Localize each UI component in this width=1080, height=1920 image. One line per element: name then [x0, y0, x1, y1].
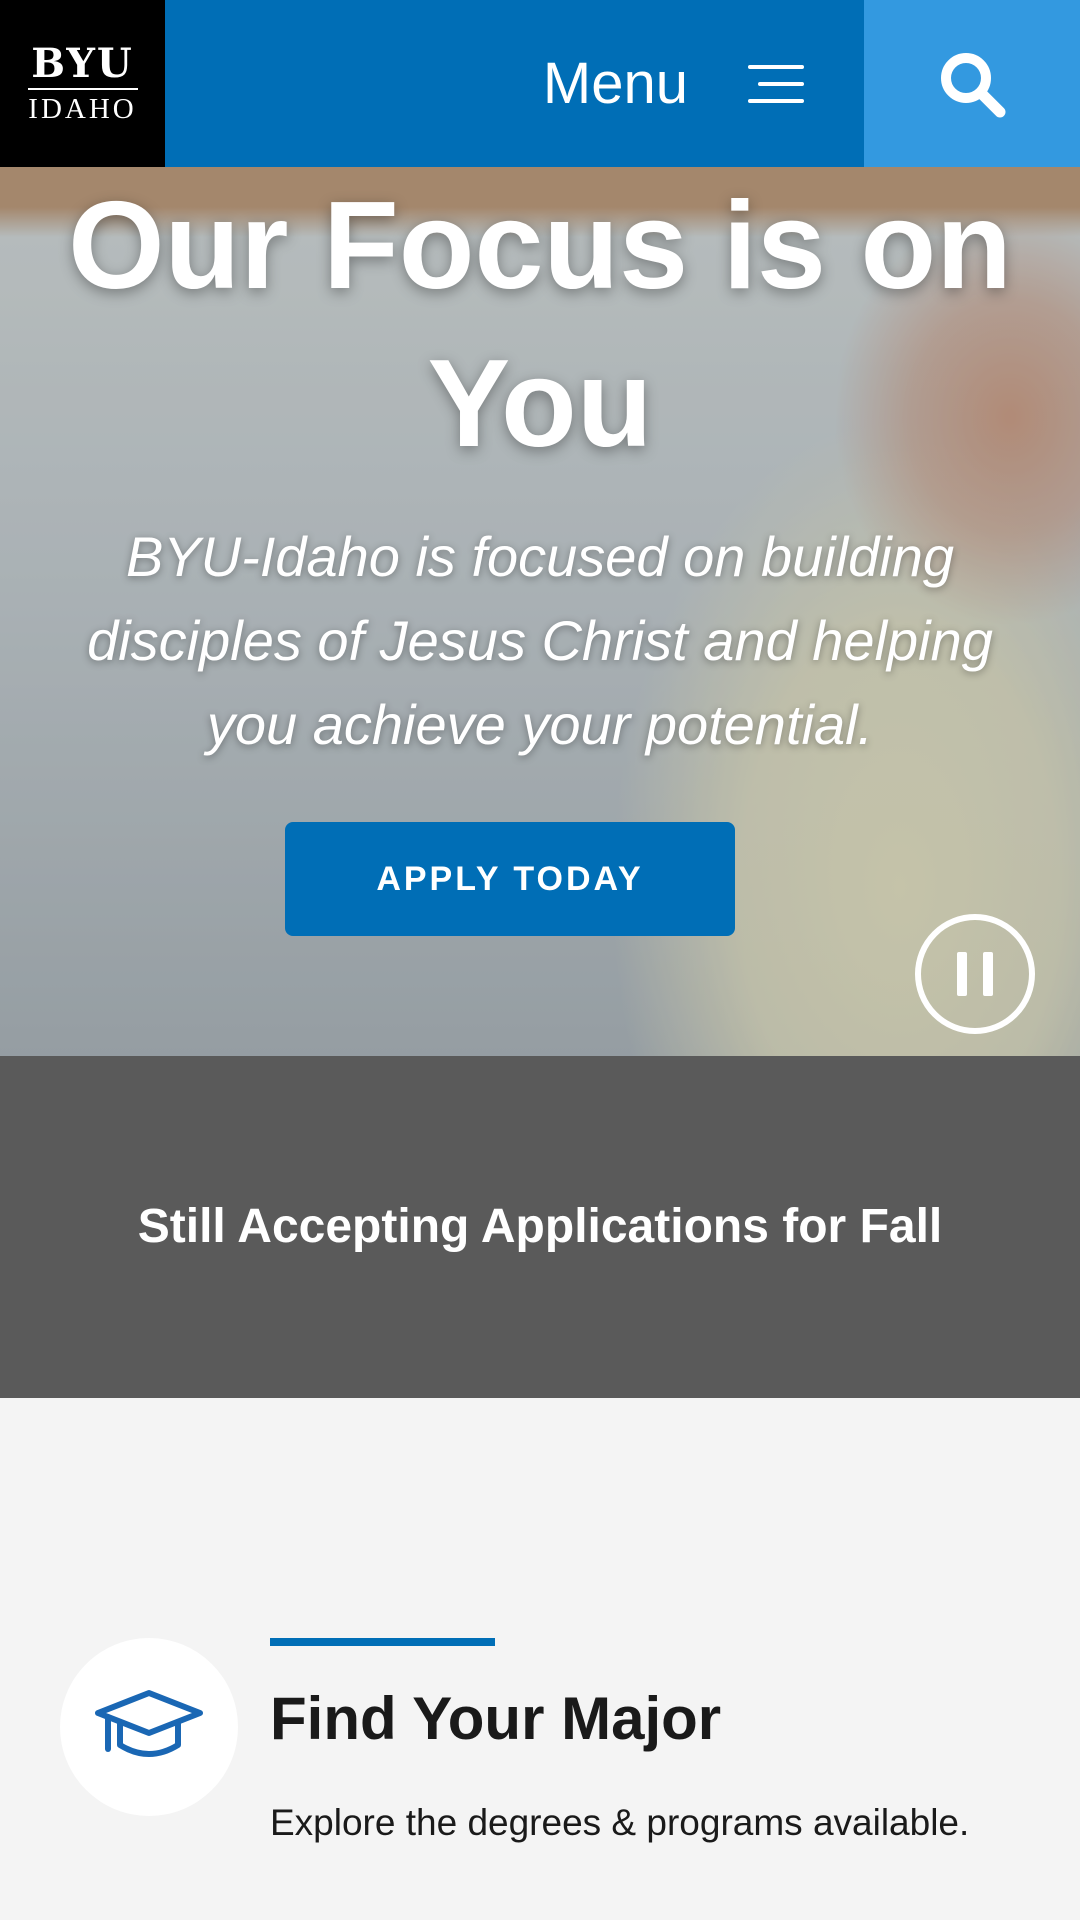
- find-major-section: Find Your Major Explore the degrees & pr…: [0, 1398, 1080, 1920]
- pause-icon: [957, 952, 967, 996]
- pause-button[interactable]: [915, 914, 1035, 1034]
- hero-banner: Our Focus is on You BYU-Idaho is focused…: [0, 167, 1080, 1056]
- graduation-cap-icon: [95, 1690, 203, 1757]
- logo-byu-text: BYU: [31, 39, 134, 87]
- hamburger-icon: [748, 64, 804, 103]
- apply-today-button[interactable]: APPLY TODAY: [285, 822, 735, 936]
- search-button[interactable]: [864, 0, 1080, 167]
- search-icon: [941, 52, 1006, 117]
- major-title[interactable]: Find Your Major: [270, 1683, 721, 1755]
- site-header: BYU IDAHO Menu: [0, 0, 1080, 167]
- major-description: Explore the degrees & programs available…: [270, 1802, 970, 1843]
- menu-label: Menu: [542, 51, 688, 116]
- notice-text[interactable]: Still Accepting Applications for Fall: [130, 1187, 950, 1267]
- menu-button[interactable]: Menu: [165, 0, 864, 167]
- major-icon-circle: [60, 1638, 238, 1816]
- logo-idaho-text: IDAHO: [28, 92, 137, 125]
- hero-content: Our Focus is on You BYU-Idaho is focused…: [0, 167, 1080, 1056]
- hero-title: Our Focus is on You: [68, 177, 1012, 473]
- logo-divider: [27, 87, 138, 90]
- major-accent-rule: [270, 1638, 495, 1646]
- hero-subtitle: BYU-Idaho is focused on building discipl…: [87, 525, 993, 756]
- byu-idaho-logo[interactable]: BYU IDAHO: [0, 0, 165, 167]
- applications-notice: Still Accepting Applications for Fall: [0, 1056, 1080, 1398]
